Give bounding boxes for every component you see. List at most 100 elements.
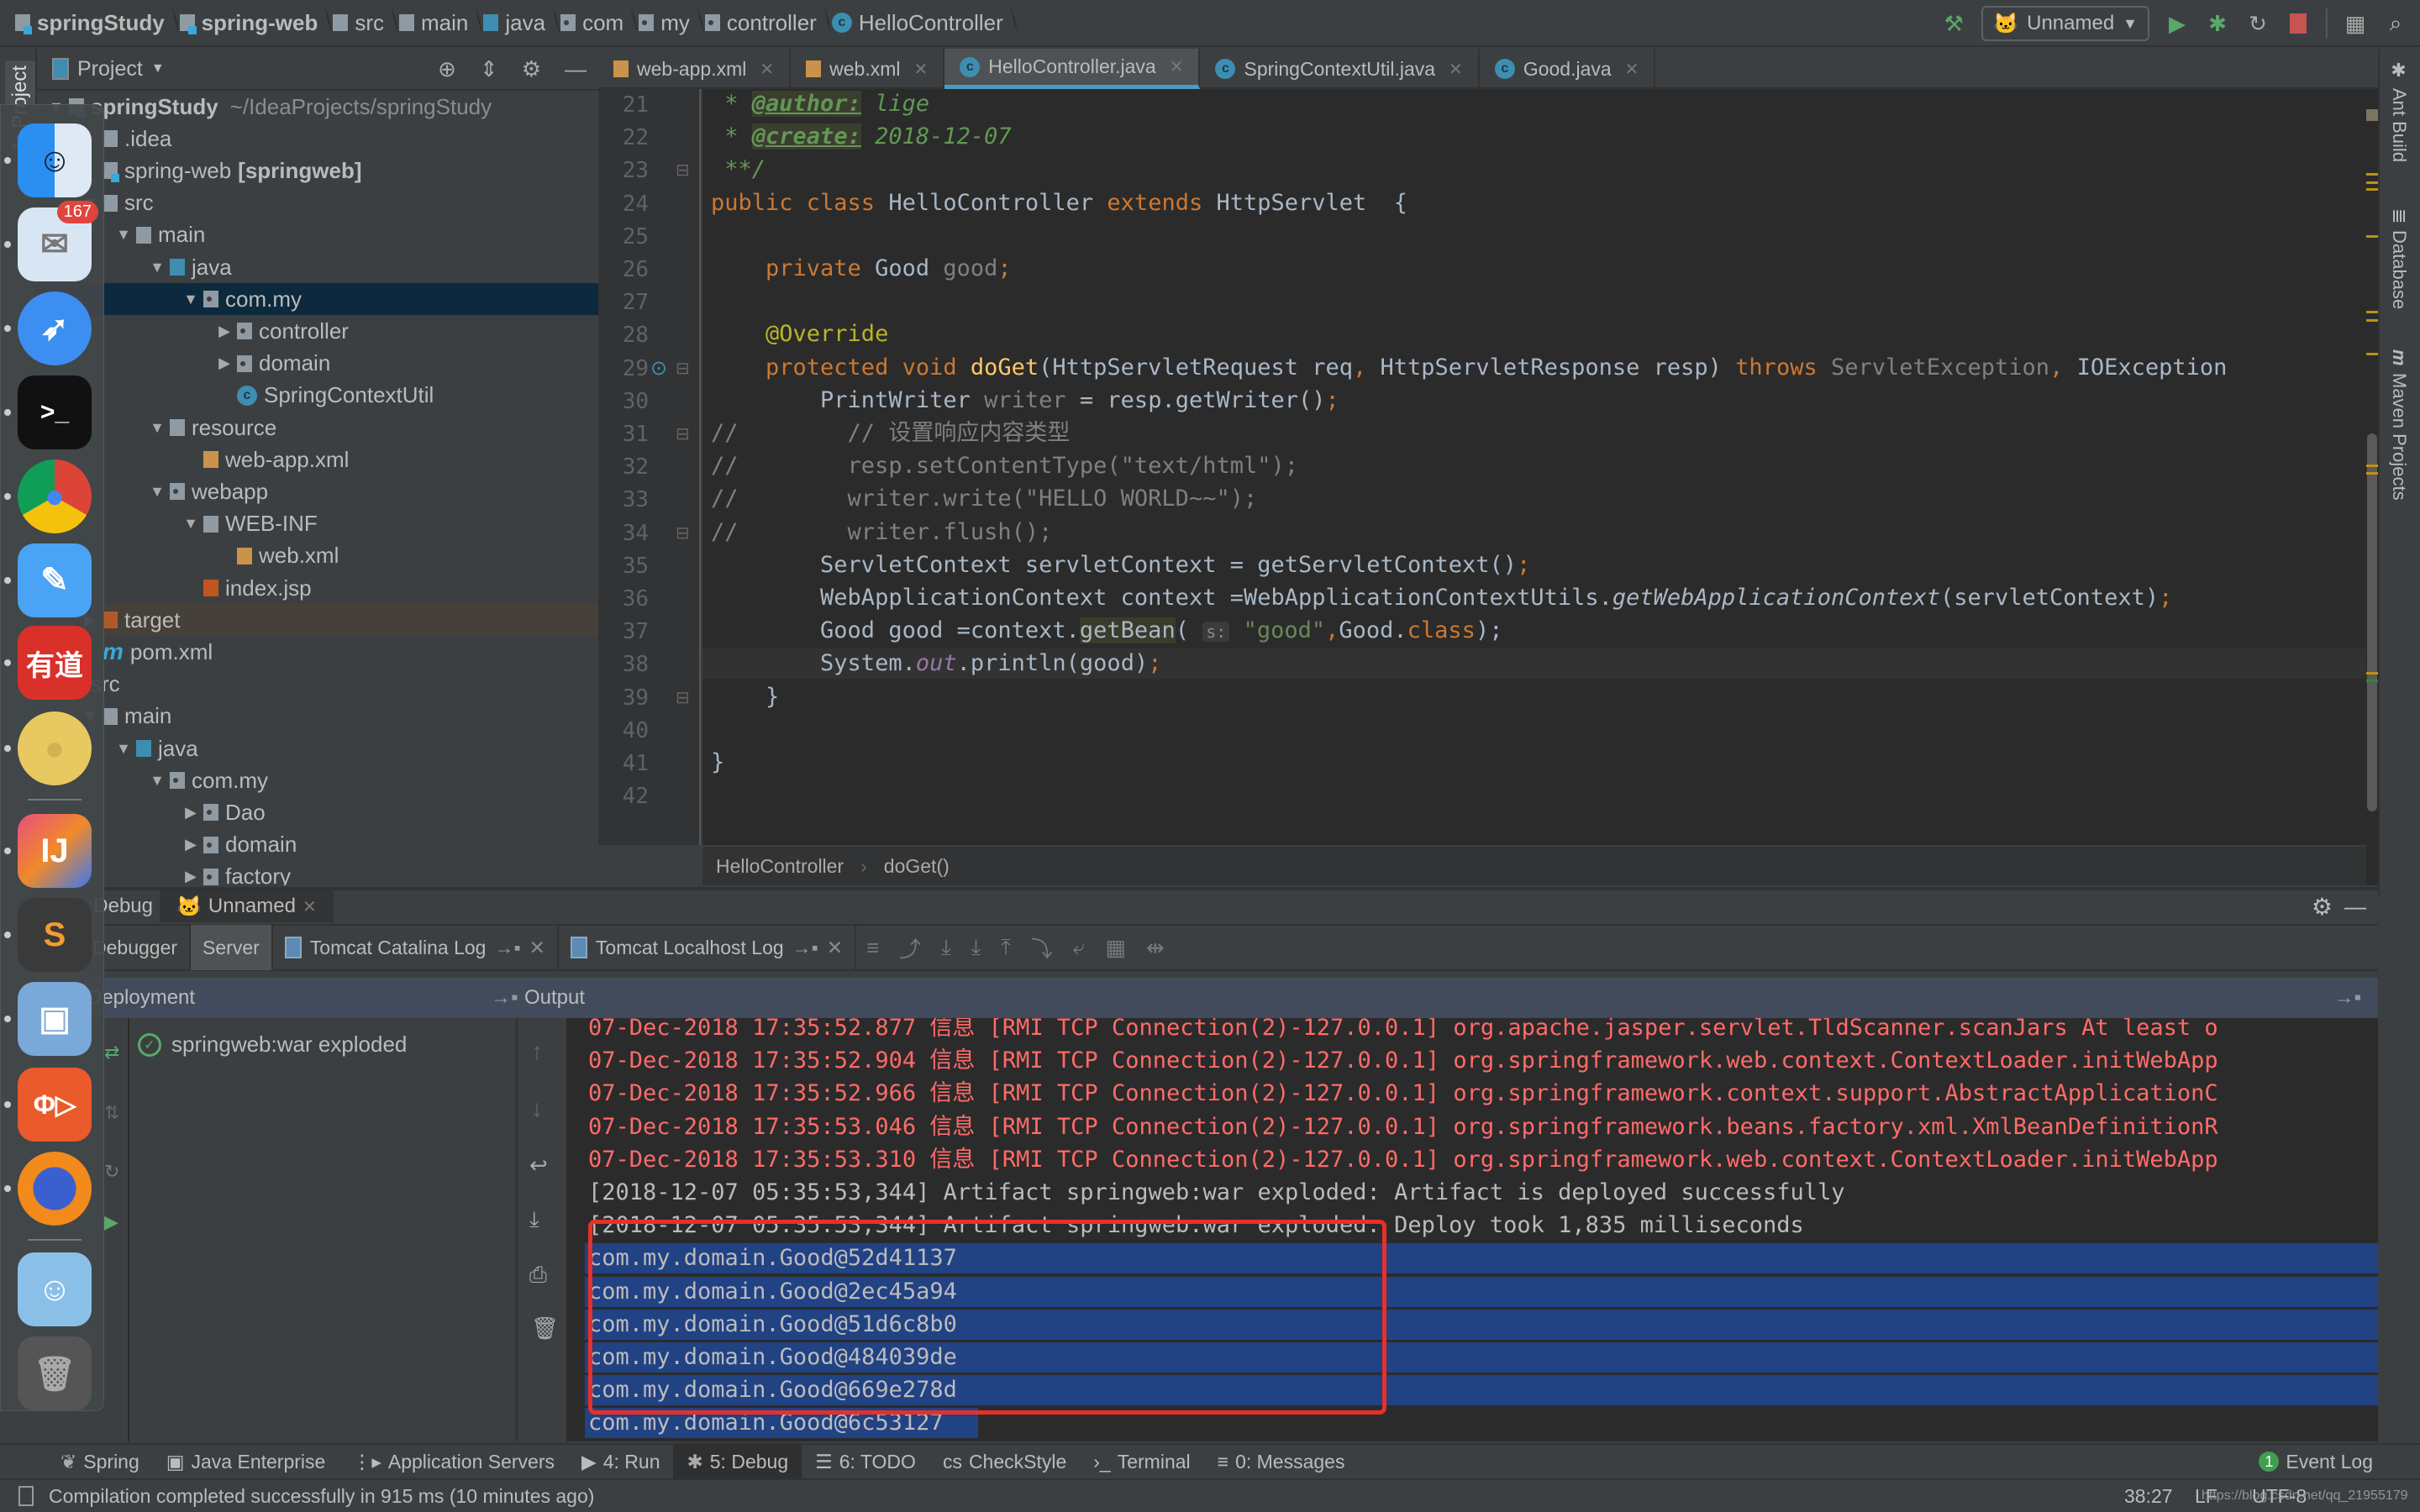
locate-icon[interactable]: ⊕ [438,56,456,82]
maven-tool-button[interactable]: m Maven Projects [2388,349,2410,500]
close-icon[interactable]: ✕ [827,937,843,959]
breadcrumb-item[interactable]: main [396,10,480,36]
editor-tab[interactable]: c Good.java ✕ [1480,49,1656,89]
close-icon[interactable]: ✕ [1170,56,1184,77]
breadcrumb-item[interactable]: springStudy [12,10,176,36]
breadcrumb-method[interactable]: doGet() [884,855,950,878]
step-out-icon[interactable]: ⤒ [1001,934,1011,961]
build-hammer-icon[interactable]: ⚒ [1941,11,1966,36]
close-icon[interactable]: ✕ [760,59,774,80]
console-line[interactable]: [2018-12-07 05:35:53,344] Artifact sprin… [588,1178,1845,1208]
stop-icon[interactable] [2286,11,2311,36]
pin-icon[interactable]: →▪ [491,986,518,1010]
deploy-all-icon[interactable]: ⇅ [104,1102,119,1124]
downloads-stack-icon[interactable]: ☺ [18,1252,92,1326]
update-app-icon[interactable]: ⇄ [104,1042,119,1063]
tree-item[interactable]: ▶target [37,604,598,637]
search-icon[interactable]: ⌕ [2383,10,2408,36]
code-editor[interactable]: * @author: lige * @create: 2018-12-07 **… [702,89,2366,845]
up-arrow-icon[interactable]: ↑ [531,1038,543,1065]
tool-window-button[interactable]: ✱ 5: Debug [673,1445,802,1478]
tree-item[interactable]: ▼ java [37,732,598,764]
breadcrumb-item[interactable]: src [329,10,396,36]
tree-item[interactable]: ▼main [37,219,598,251]
editor-scrollbar[interactable] [2366,89,2378,885]
tool-window-button[interactable]: ⋮▸ Application Servers [339,1445,568,1478]
print-icon[interactable]: ⎙ [529,1262,547,1289]
fenix-icon[interactable]: Φ▷ [18,1068,92,1142]
tree-item[interactable]: ▼ resource [37,412,598,444]
tree-item[interactable]: ▶ Dao [37,796,598,828]
tool-window-button[interactable]: ▣ Java Enterprise [153,1445,339,1478]
marker[interactable] [2366,472,2378,475]
soft-wrap-icon[interactable]: ↩ [529,1152,548,1179]
tree-item[interactable]: ▼springStudy~/IdeaProjects/springStudy [37,91,598,123]
firefox-icon[interactable] [18,1152,92,1226]
tree-item[interactable]: index.jsp [37,572,598,604]
marker[interactable] [2366,188,2378,191]
project-structure-icon[interactable]: ▦ [2343,11,2368,36]
trash-icon[interactable]: 🗑 [531,1315,559,1341]
collapse-all-icon[interactable]: ⇕ [480,56,498,82]
down-arrow-icon[interactable]: ↓ [531,1095,543,1122]
expanded-arrow-icon[interactable]: ▼ [183,515,198,533]
tool-window-button[interactable]: ≡ 0: Messages [1204,1445,1359,1478]
editor-tab[interactable]: web.xml ✕ [791,49,945,89]
expanded-arrow-icon[interactable]: ▼ [183,291,198,308]
collapsed-arrow-icon[interactable]: ▶ [183,868,198,885]
marker[interactable] [2366,319,2378,322]
close-icon[interactable]: ✕ [1625,59,1639,80]
mail-icon[interactable]: ✉ 167 [18,201,98,281]
show-execution-point-icon[interactable]: ⤴ [899,932,921,963]
pin-icon[interactable]: →▪ [792,937,818,959]
editor-tab[interactable]: web-app.xml ✕ [598,49,792,89]
deployment-item[interactable]: ✓ springweb:war exploded [138,1032,407,1058]
project-view-select[interactable]: Project [77,57,143,81]
marker[interactable] [2366,173,2378,176]
tool-window-button[interactable]: ❦ Spring [47,1445,153,1478]
tool-window-button[interactable]: ▶ 4: Run [568,1445,673,1478]
chrome-icon[interactable]: ● [18,459,92,533]
finder-icon[interactable]: ☺ [18,123,92,197]
run-config-select[interactable]: 🐱 Unnamed ▼ [1981,6,2149,41]
frames-icon[interactable]: ≡ [866,935,879,961]
tree-item[interactable]: spring-web [springweb] [37,155,598,186]
breadcrumb-item[interactable]: com [557,10,635,36]
marker[interactable] [2366,181,2378,184]
console-line[interactable]: 07-Dec-2018 17:35:52.966 信息 [RMI TCP Con… [588,1079,2218,1109]
minimize-icon[interactable]: — [2344,894,2366,920]
console-line[interactable]: 07-Dec-2018 17:35:52.877 信息 [RMI TCP Con… [588,1018,2218,1043]
breadcrumb-item[interactable]: my [635,10,702,36]
editor-tab[interactable]: c HelloController.java ✕ [944,49,1201,89]
marker[interactable] [2366,353,2378,355]
tree-item[interactable]: ▼src [37,187,598,219]
tree-item[interactable]: ▶ controller [37,315,598,347]
collapsed-arrow-icon[interactable]: ▶ [183,836,198,853]
breadcrumb-item[interactable]: c HelloController [829,10,1015,36]
step-into-icon[interactable]: ⤓ [971,934,981,961]
close-icon[interactable]: ✕ [1449,59,1463,80]
navicat-icon[interactable]: ● [18,711,92,785]
debug-tab[interactable]: Tomcat Localhost Log →▪ ✕ [559,925,857,970]
expanded-arrow-icon[interactable]: ▼ [150,419,165,437]
tree-item[interactable]: web.xml [37,540,598,572]
close-icon[interactable]: ✕ [914,59,929,80]
tree-item[interactable]: ▶ factory [37,861,598,885]
expanded-arrow-icon[interactable]: ▼ [150,259,165,276]
drop-frame-icon[interactable]: ⤵ [1031,932,1053,963]
open-browser-icon[interactable]: ▶ [104,1211,118,1233]
fold-marker-icon[interactable]: ⊟ [676,423,690,444]
trace-icon[interactable]: ⇹ [1146,935,1165,961]
pin-icon[interactable]: →▪ [2333,986,2361,1010]
marker[interactable] [2366,311,2378,313]
fold-marker-icon[interactable]: ⊟ [676,522,690,543]
intellij-icon[interactable]: IJ [18,814,92,888]
tree-item[interactable]: ▼main [37,701,598,732]
step-over-icon[interactable]: ⤓ [941,934,951,961]
terminal-icon[interactable]: >_ [18,375,92,449]
debug-session-tab[interactable]: 🐱 Unnamed ✕ [160,890,334,922]
expanded-arrow-icon[interactable]: ▼ [150,483,165,501]
tool-window-button[interactable]: cs CheckStyle [929,1445,1080,1478]
tool-window-button[interactable]: ☰ 6: TODO [802,1445,929,1478]
tree-item[interactable]: src [37,669,598,701]
